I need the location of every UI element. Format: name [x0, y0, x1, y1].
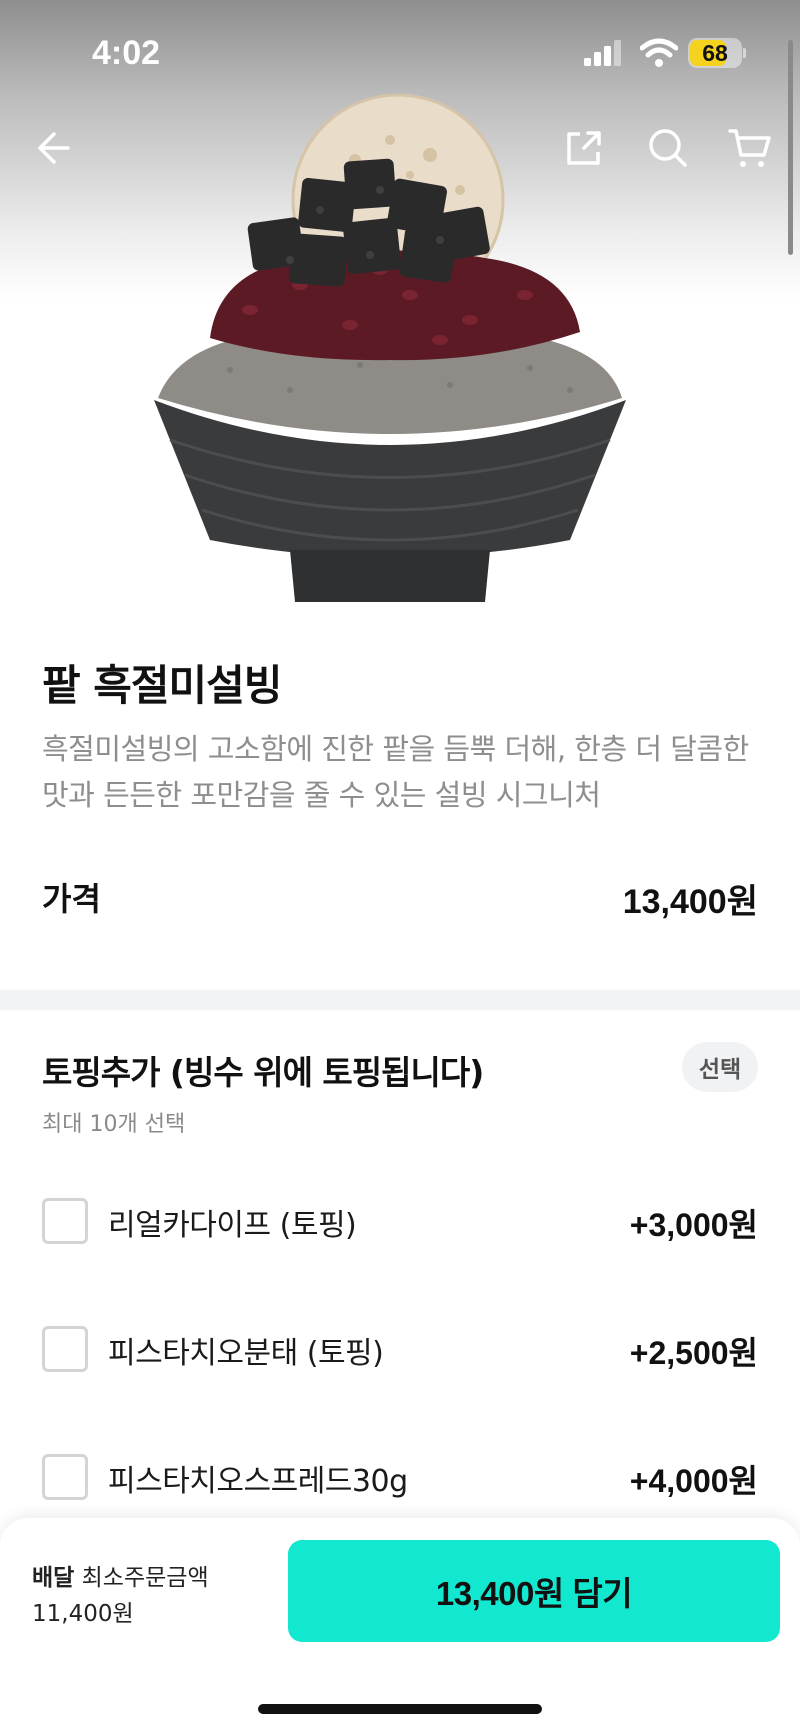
search-icon	[649, 129, 687, 167]
cart-icon	[728, 129, 771, 167]
min-order-label: 최소주문금액	[81, 1565, 209, 1591]
cart-button[interactable]	[722, 120, 778, 176]
checkbox[interactable]	[42, 1198, 88, 1244]
option-price: +2,500원	[629, 1335, 758, 1371]
battery-percent: 68	[702, 40, 728, 66]
option-row[interactable]: 피스타치오스프레드30g +4,000원	[42, 1446, 758, 1506]
bottom-bar: 배달 최소주문금액 11,400원 13,400원 담기	[0, 1518, 800, 1732]
status-time: 4:02	[92, 34, 161, 72]
min-order-amount: 11,400원	[32, 1601, 134, 1627]
product-hero: 4:02 68	[0, 0, 800, 606]
option-row[interactable]: 피스타치오분태 (토핑) +2,500원	[42, 1318, 758, 1378]
checkbox[interactable]	[42, 1454, 88, 1500]
option-name: 피스타치오분태 (토핑)	[108, 1336, 384, 1371]
options-optional-badge: 선택	[682, 1042, 758, 1092]
option-name: 리얼카다이프 (토핑)	[108, 1208, 357, 1243]
option-row[interactable]: 리얼카다이프 (토핑) +3,000원	[42, 1190, 758, 1250]
add-to-cart-button[interactable]: 13,400원 담기	[288, 1540, 780, 1642]
back-button[interactable]	[24, 120, 80, 176]
home-indicator	[258, 1704, 542, 1714]
options-title: 토핑추가 (빙수 위에 토핑됩니다)	[42, 1053, 484, 1092]
option-name: 피스타치오스프레드30g	[108, 1464, 408, 1499]
option-price: +4,000원	[629, 1463, 758, 1499]
battery-icon: 68	[688, 38, 746, 68]
status-bar: 4:02 68	[0, 0, 800, 104]
delivery-info: 배달 최소주문금액	[32, 1558, 209, 1592]
section-divider	[0, 990, 800, 1010]
price-value: 13,400원	[622, 883, 758, 921]
product-description: 흑절미설빙의 고소함에 진한 팥을 듬뿍 더해, 한층 더 달콤한 맛과 든든한…	[42, 732, 749, 812]
price-label: 가격	[42, 880, 101, 918]
search-button[interactable]	[640, 120, 696, 176]
share-button[interactable]	[556, 120, 612, 176]
option-price: +3,000원	[629, 1207, 758, 1243]
product-title: 팥 흑절미설빙	[42, 661, 282, 710]
checkbox[interactable]	[42, 1326, 88, 1372]
wifi-icon	[640, 38, 678, 67]
signal-icon	[584, 40, 621, 66]
back-arrow-icon	[38, 132, 70, 164]
delivery-label: 배달	[32, 1565, 75, 1591]
share-icon	[567, 131, 601, 165]
options-subtitle: 최대 10개 선택	[42, 1112, 186, 1137]
